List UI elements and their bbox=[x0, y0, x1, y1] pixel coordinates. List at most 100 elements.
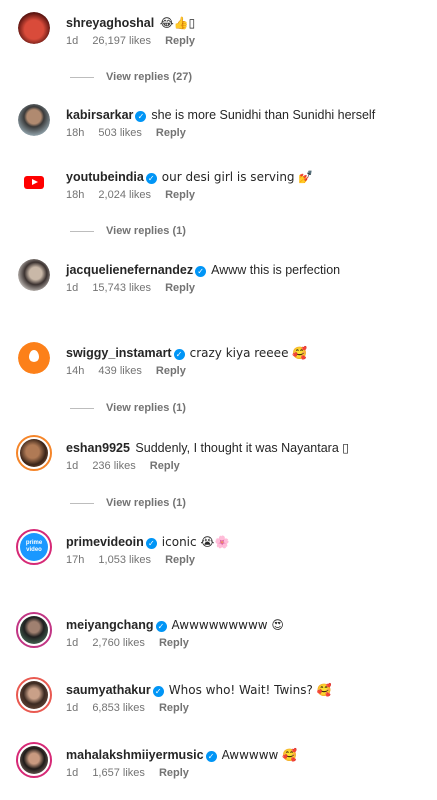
like-count[interactable]: 2,760 likes bbox=[92, 637, 145, 649]
prime-video-logo-icon: prime video bbox=[25, 540, 43, 553]
username[interactable]: meiyangchang bbox=[66, 618, 154, 632]
verified-badge-icon: ✓ bbox=[173, 349, 185, 360]
timestamp: 1d bbox=[66, 35, 79, 47]
avatar[interactable] bbox=[16, 612, 52, 648]
comment-line: swiggy_instamart ✓ crazy kiya reeee 🥰 bbox=[66, 345, 427, 361]
view-replies-label: View replies (1) bbox=[106, 225, 186, 237]
reply-button[interactable]: Reply bbox=[159, 702, 189, 714]
comment-text: Suddenly, I thought it was Nayantara ▯ bbox=[135, 441, 350, 455]
reply-button[interactable]: Reply bbox=[159, 767, 189, 779]
comment-meta: 17h 1,053 likes Reply bbox=[66, 554, 206, 566]
comment-line: youtubeindia ✓ our desi girl is serving 💅 bbox=[66, 169, 427, 185]
username[interactable]: primevideoin bbox=[66, 535, 144, 549]
comment-line: meiyangchang ✓ Awwwwwwwww 😍 bbox=[66, 617, 427, 633]
avatar[interactable] bbox=[18, 104, 50, 136]
username[interactable]: swiggy_instamart bbox=[66, 346, 172, 360]
like-count[interactable]: 15,743 likes bbox=[92, 282, 151, 294]
comment-text: Awww this is perfection bbox=[211, 263, 341, 277]
like-count[interactable]: 26,197 likes bbox=[92, 35, 151, 47]
comment-meta: 18h 2,024 likes Reply bbox=[66, 189, 206, 201]
verified-badge-icon: ✓ bbox=[145, 173, 157, 184]
divider-line bbox=[70, 502, 94, 504]
avatar[interactable] bbox=[16, 677, 52, 713]
view-replies-label: View replies (1) bbox=[106, 402, 186, 414]
timestamp: 1d bbox=[66, 282, 79, 294]
username[interactable]: eshan9925 bbox=[66, 441, 130, 455]
username[interactable]: kabirsarkar bbox=[66, 108, 133, 122]
username[interactable]: youtubeindia bbox=[66, 170, 144, 184]
divider-line bbox=[70, 407, 94, 409]
reply-button[interactable]: Reply bbox=[156, 365, 186, 377]
avatar[interactable] bbox=[16, 435, 52, 471]
reply-button[interactable]: Reply bbox=[150, 460, 180, 472]
like-count[interactable]: 1,657 likes bbox=[92, 767, 145, 779]
comment-line: primevideoin ✓ iconic 😭🌸 bbox=[66, 534, 427, 550]
avatar[interactable] bbox=[16, 742, 52, 778]
divider-line bbox=[70, 76, 94, 78]
like-count[interactable]: 439 likes bbox=[98, 365, 141, 377]
avatar[interactable] bbox=[18, 12, 50, 44]
comment-line: kabirsarkar ✓ she is more Sunidhi than Sun… bbox=[66, 107, 427, 123]
comment-text: she is more Sunidhi than Sunidhi herself bbox=[151, 108, 376, 122]
comment-line: eshan9925 Suddenly, I thought it was Nay… bbox=[66, 440, 427, 456]
timestamp: 18h bbox=[66, 189, 85, 201]
reply-button[interactable]: Reply bbox=[165, 35, 195, 47]
like-count[interactable]: 503 likes bbox=[98, 127, 141, 139]
like-count[interactable]: 2,024 likes bbox=[98, 189, 151, 201]
view-replies-label: View replies (1) bbox=[106, 497, 186, 509]
comment-text: iconic 😭🌸 bbox=[161, 535, 230, 549]
comment-meta: 1d 15,743 likes Reply bbox=[66, 282, 206, 294]
verified-badge-icon: ✓ bbox=[145, 538, 157, 549]
reply-button[interactable]: Reply bbox=[156, 127, 186, 139]
username[interactable]: mahalakshmiiyermusic bbox=[66, 748, 204, 762]
timestamp: 1d bbox=[66, 702, 79, 714]
view-replies-button[interactable]: View replies (1) bbox=[70, 402, 186, 414]
comment-meta: 1d 6,853 likes Reply bbox=[66, 702, 200, 714]
like-count[interactable]: 6,853 likes bbox=[92, 702, 145, 714]
avatar[interactable] bbox=[18, 166, 50, 198]
comment-text: crazy kiya reeee 🥰 bbox=[189, 346, 308, 360]
view-replies-button[interactable]: View replies (27) bbox=[70, 71, 192, 83]
comment-text: Awwwwwwwww 😍 bbox=[171, 618, 284, 632]
view-replies-button[interactable]: View replies (1) bbox=[70, 497, 186, 509]
username[interactable]: saumyathakur bbox=[66, 683, 151, 697]
timestamp: 1d bbox=[66, 637, 79, 649]
comment-line: shreyaghoshal 😂👍▯ bbox=[66, 15, 427, 31]
verified-badge-icon: ✓ bbox=[152, 686, 164, 697]
reply-button[interactable]: Reply bbox=[165, 282, 195, 294]
timestamp: 17h bbox=[66, 554, 85, 566]
view-replies-label: View replies (27) bbox=[106, 71, 193, 83]
comment-line: mahalakshmiiyermusic ✓ Awwwww 🥰 bbox=[66, 747, 427, 763]
play-icon bbox=[32, 179, 38, 185]
comment-text: 😂👍▯ bbox=[159, 16, 196, 30]
username[interactable]: jacquelienefernandez bbox=[66, 263, 193, 277]
divider-line bbox=[70, 230, 94, 232]
like-count[interactable]: 236 likes bbox=[92, 460, 135, 472]
avatar[interactable] bbox=[18, 342, 50, 374]
avatar[interactable] bbox=[18, 259, 50, 291]
swiggy-logo-icon bbox=[29, 350, 39, 362]
comment-line: jacquelienefernandez ✓ Awww this is perfec… bbox=[66, 262, 427, 278]
view-replies-button[interactable]: View replies (1) bbox=[70, 225, 186, 237]
comment-meta: 1d 2,760 likes Reply bbox=[66, 637, 200, 649]
avatar[interactable]: prime video bbox=[16, 529, 52, 565]
like-count[interactable]: 1,053 likes bbox=[98, 554, 151, 566]
comment-text: our desi girl is serving 💅 bbox=[161, 170, 314, 184]
verified-badge-icon: ✓ bbox=[135, 111, 147, 122]
reply-button[interactable]: Reply bbox=[159, 637, 189, 649]
timestamp: 1d bbox=[66, 460, 79, 472]
reply-button[interactable]: Reply bbox=[165, 554, 195, 566]
verified-badge-icon: ✓ bbox=[195, 266, 207, 277]
comment-meta: 1d 1,657 likes Reply bbox=[66, 767, 200, 779]
username[interactable]: shreyaghoshal bbox=[66, 16, 154, 30]
comment-text: Whos who! Wait! Twins? 🥰 bbox=[168, 683, 332, 697]
comment-meta: 18h 503 likes Reply bbox=[66, 127, 197, 139]
comment-meta: 1d 26,197 likes Reply bbox=[66, 35, 206, 47]
comment-meta: 14h 439 likes Reply bbox=[66, 365, 197, 377]
comment-meta: 1d 236 likes Reply bbox=[66, 460, 191, 472]
comment-line: saumyathakur ✓ Whos who! Wait! Twins? 🥰 bbox=[66, 682, 427, 698]
reply-button[interactable]: Reply bbox=[165, 189, 195, 201]
timestamp: 14h bbox=[66, 365, 85, 377]
verified-badge-icon: ✓ bbox=[155, 621, 167, 632]
timestamp: 18h bbox=[66, 127, 85, 139]
